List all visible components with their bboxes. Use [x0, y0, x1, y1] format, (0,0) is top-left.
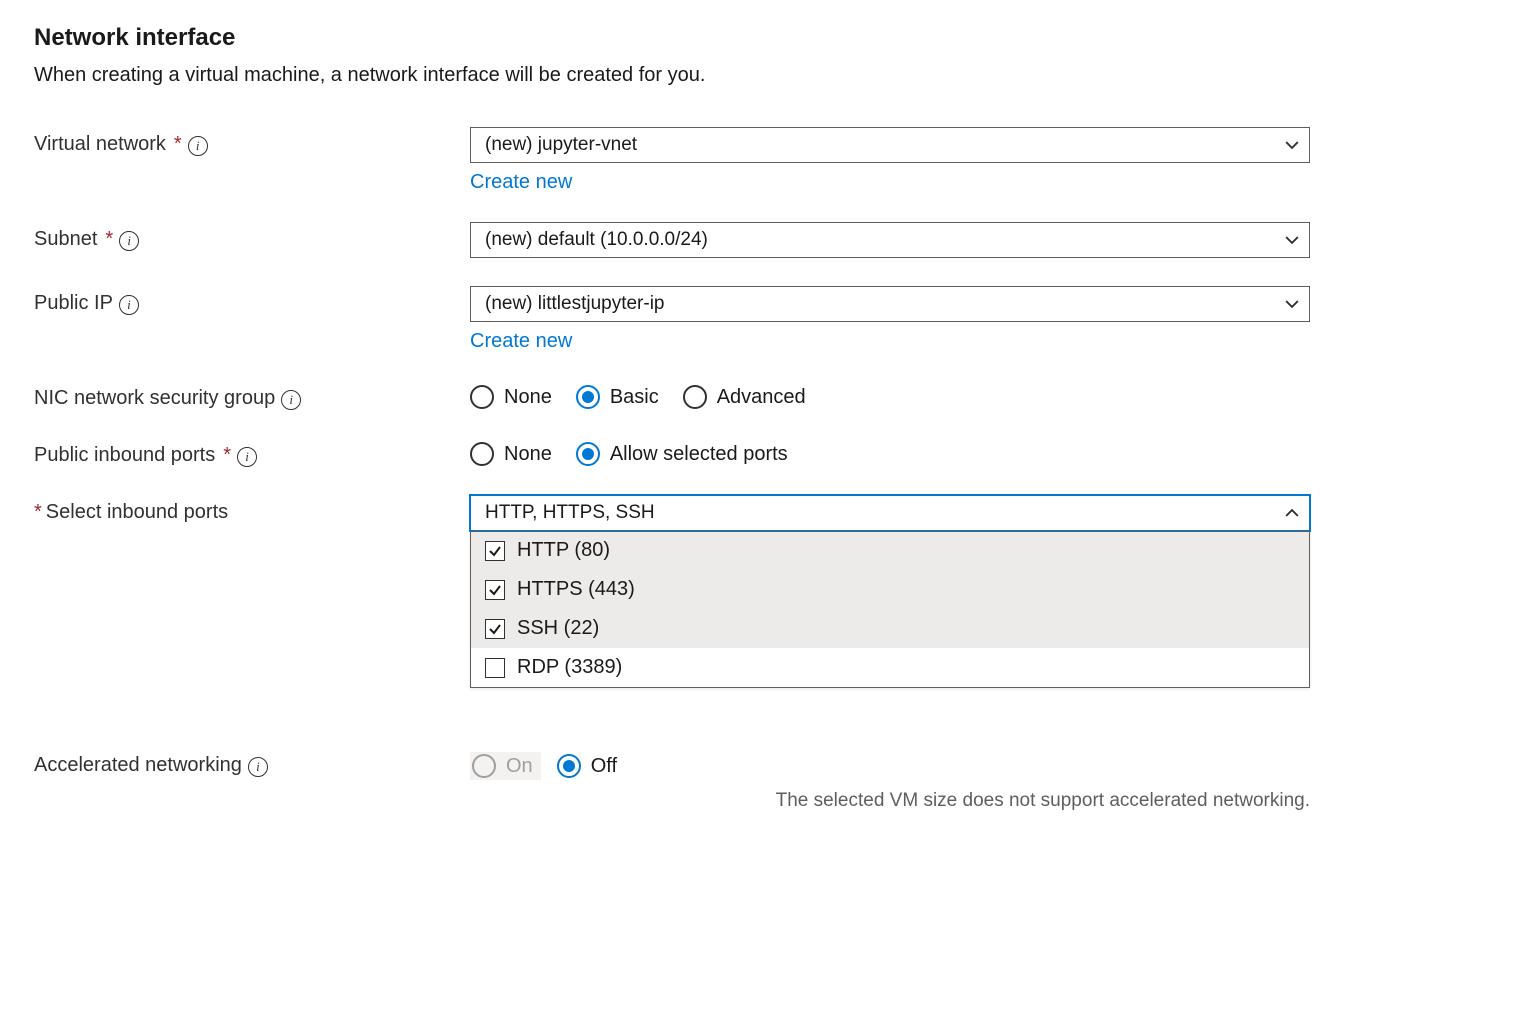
subnet-dropdown[interactable]: (new) default (10.0.0.0/24) [470, 222, 1310, 258]
accel-off-label: Off [591, 755, 617, 778]
section-description: When creating a virtual machine, a netwo… [34, 64, 1498, 87]
subnet-label: Subnet * i [34, 222, 470, 251]
accelerated-networking-label: Accelerated networking i [34, 748, 470, 777]
virtual-network-label: Virtual network * i [34, 127, 470, 156]
nic-nsg-radio-advanced[interactable]: Advanced [683, 385, 806, 409]
required-asterisk: * [223, 444, 231, 467]
port-option-ssh[interactable]: SSH (22) [471, 609, 1309, 648]
select-inbound-ports-panel: HTTP (80) HTTPS (443) SSH (22) [470, 530, 1310, 688]
checkbox-icon [485, 619, 505, 639]
accel-radio-off[interactable]: Off [557, 754, 617, 778]
info-icon[interactable]: i [188, 136, 208, 156]
info-icon[interactable]: i [237, 447, 257, 467]
chevron-down-icon [1285, 138, 1299, 152]
public-ip-value: (new) littlestjupyter-ip [485, 293, 665, 315]
select-inbound-ports-label: *Select inbound ports [34, 495, 470, 524]
select-inbound-ports-summary: HTTP, HTTPS, SSH [485, 502, 655, 524]
subnet-label-text: Subnet [34, 228, 97, 251]
port-option-rdp-label: RDP (3389) [517, 656, 622, 679]
select-inbound-ports-dropdown[interactable]: HTTP, HTTPS, SSH [470, 495, 1310, 531]
radio-icon [472, 754, 496, 778]
checkbox-icon [485, 580, 505, 600]
public-ip-create-new-link[interactable]: Create new [470, 330, 572, 353]
nic-nsg-radio-basic[interactable]: Basic [576, 385, 659, 409]
accelerated-networking-note: The selected VM size does not support ac… [470, 790, 1310, 812]
nic-nsg-radio-none[interactable]: None [470, 385, 552, 409]
chevron-down-icon [1285, 233, 1299, 247]
port-option-ssh-label: SSH (22) [517, 617, 599, 640]
required-asterisk: * [174, 133, 182, 156]
radio-icon [576, 442, 600, 466]
public-inbound-ports-label: Public inbound ports * i [34, 438, 470, 467]
public-ip-label: Public IP i [34, 286, 470, 315]
select-inbound-ports-label-text: Select inbound ports [46, 501, 228, 524]
accel-on-label: On [506, 755, 533, 778]
info-icon[interactable]: i [248, 757, 268, 777]
chevron-up-icon [1285, 506, 1299, 520]
info-icon[interactable]: i [119, 231, 139, 251]
nic-nsg-radio-group: None Basic Advanced [470, 381, 1310, 409]
info-icon[interactable]: i [281, 390, 301, 410]
accelerated-networking-label-text: Accelerated networking [34, 754, 242, 777]
radio-icon [470, 385, 494, 409]
nic-nsg-basic-label: Basic [610, 386, 659, 409]
info-icon[interactable]: i [119, 295, 139, 315]
subnet-value: (new) default (10.0.0.0/24) [485, 229, 708, 251]
radio-icon [470, 442, 494, 466]
port-option-rdp[interactable]: RDP (3389) [471, 648, 1309, 687]
port-option-http[interactable]: HTTP (80) [471, 531, 1309, 570]
inbound-radio-allow[interactable]: Allow selected ports [576, 442, 788, 466]
inbound-radio-none[interactable]: None [470, 442, 552, 466]
public-inbound-ports-radio-group: None Allow selected ports [470, 438, 1310, 466]
nic-nsg-advanced-label: Advanced [717, 386, 806, 409]
virtual-network-create-new-link[interactable]: Create new [470, 171, 572, 194]
checkbox-icon [485, 541, 505, 561]
public-inbound-ports-label-text: Public inbound ports [34, 444, 215, 467]
checkbox-icon [485, 658, 505, 678]
public-ip-dropdown[interactable]: (new) littlestjupyter-ip [470, 286, 1310, 322]
radio-icon [576, 385, 600, 409]
radio-icon [683, 385, 707, 409]
accelerated-networking-radio-group: On Off [470, 748, 1310, 780]
port-option-https[interactable]: HTTPS (443) [471, 570, 1309, 609]
virtual-network-dropdown[interactable]: (new) jupyter-vnet [470, 127, 1310, 163]
nic-nsg-none-label: None [504, 386, 552, 409]
accel-radio-on: On [472, 754, 533, 778]
port-option-https-label: HTTPS (443) [517, 578, 635, 601]
public-ip-label-text: Public IP [34, 292, 113, 315]
required-asterisk: * [105, 228, 113, 251]
section-title: Network interface [34, 24, 1498, 52]
inbound-allow-label: Allow selected ports [610, 443, 788, 466]
virtual-network-value: (new) jupyter-vnet [485, 134, 637, 156]
chevron-down-icon [1285, 297, 1299, 311]
port-option-http-label: HTTP (80) [517, 539, 610, 562]
inbound-none-label: None [504, 443, 552, 466]
virtual-network-label-text: Virtual network [34, 133, 166, 156]
required-asterisk: * [34, 501, 42, 524]
nic-nsg-label: NIC network security group i [34, 381, 470, 410]
radio-icon [557, 754, 581, 778]
nic-nsg-label-text: NIC network security group [34, 387, 275, 410]
